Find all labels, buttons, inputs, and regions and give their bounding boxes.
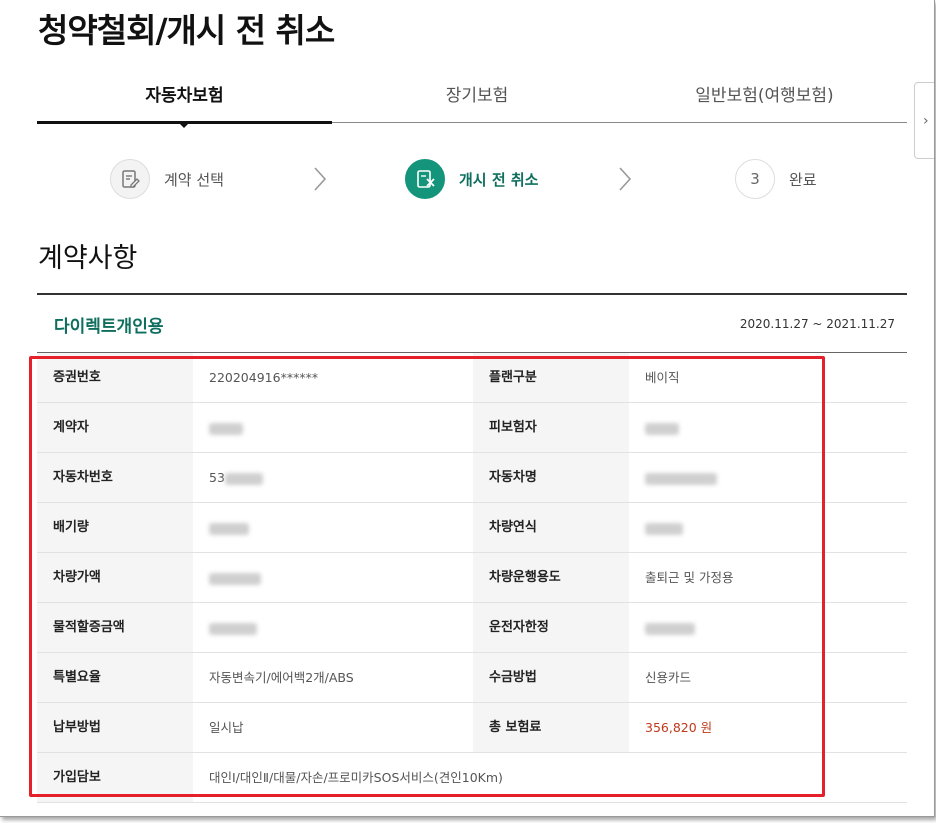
table-row: 증권번호 220204916****** 플랜구분 베이직 bbox=[37, 353, 907, 403]
special-rate-value: 자동변속기/에어백2개/ABS bbox=[209, 670, 354, 685]
row-label: 차량가액 bbox=[37, 553, 193, 602]
total-premium-value: 356,820 원 bbox=[645, 720, 713, 735]
contract-info-table: 증권번호 220204916****** 플랜구분 베이직 계약자 피보험자 자… bbox=[37, 353, 907, 803]
row-label: 계약자 bbox=[37, 403, 193, 452]
driver-limit-value-redacted bbox=[629, 603, 907, 652]
tab-general-insurance[interactable]: 일반보험(여행보험) bbox=[622, 70, 907, 122]
table-row: 특별요율 자동변속기/에어백2개/ABS 수금방법 신용카드 bbox=[37, 653, 907, 703]
row-label: 운전자한정 bbox=[473, 603, 629, 652]
row-label: 피보험자 bbox=[473, 403, 629, 452]
redacted-mark bbox=[209, 522, 249, 535]
document-edit-icon bbox=[110, 159, 150, 199]
insured-value-redacted bbox=[629, 403, 907, 452]
table-row: 물적할증금액 운전자한정 bbox=[37, 603, 907, 653]
step-label: 개시 전 취소 bbox=[459, 170, 539, 189]
active-tab-arrow-icon bbox=[177, 121, 191, 128]
section-title: 계약사항 bbox=[38, 243, 138, 274]
row-label: 가입담보 bbox=[37, 753, 193, 802]
table-row: 가입담보 대인Ⅰ/대인Ⅱ/대물/자손/프로미카SOS서비스(견인10Km) bbox=[37, 753, 907, 803]
row-label: 배기량 bbox=[37, 503, 193, 552]
step-select-contract: 계약 선택 bbox=[110, 158, 224, 200]
car-number-value: 53 bbox=[193, 453, 473, 502]
car-number-prefix: 53 bbox=[209, 470, 225, 485]
row-label: 자동차명 bbox=[473, 453, 629, 502]
redacted-mark bbox=[645, 522, 683, 535]
side-panel-toggle[interactable]: › bbox=[914, 82, 934, 159]
page-title: 청약철회/개시 전 취소 bbox=[38, 11, 335, 50]
contractor-value-redacted bbox=[193, 403, 473, 452]
product-name: 다이렉트개인용 bbox=[54, 317, 164, 337]
payment-type-value: 일시납 bbox=[209, 720, 244, 735]
step-complete: 3 완료 bbox=[735, 158, 817, 200]
row-label: 총 보험료 bbox=[473, 703, 629, 752]
table-row: 납부방법 일시납 총 보험료 356,820 원 bbox=[37, 703, 907, 753]
redacted-mark bbox=[645, 622, 695, 635]
table-row: 자동차번호 53 자동차명 bbox=[37, 453, 907, 503]
model-year-value-redacted bbox=[629, 503, 907, 552]
chevron-right-icon bbox=[314, 167, 327, 191]
car-name-value-redacted bbox=[629, 453, 907, 502]
row-label: 특별요율 bbox=[37, 653, 193, 702]
displacement-value-redacted bbox=[193, 503, 473, 552]
tab-long-term-insurance[interactable]: 장기보험 bbox=[332, 70, 622, 122]
row-label: 자동차번호 bbox=[37, 453, 193, 502]
row-label: 차량연식 bbox=[473, 503, 629, 552]
row-label: 차량운행용도 bbox=[473, 553, 629, 602]
car-value-redacted bbox=[193, 553, 473, 602]
table-row: 계약자 피보험자 bbox=[37, 403, 907, 453]
contract-period: 2020.11.27 ~ 2021.11.27 bbox=[739, 317, 895, 331]
property-surcharge-value-redacted bbox=[193, 603, 473, 652]
table-row: 배기량 차량연식 bbox=[37, 503, 907, 553]
plan-type-value: 베이직 bbox=[645, 370, 680, 385]
row-label: 증권번호 bbox=[37, 353, 193, 402]
redacted-mark bbox=[209, 422, 243, 435]
step-label: 계약 선택 bbox=[164, 170, 224, 189]
step-label: 완료 bbox=[789, 170, 817, 189]
row-label: 납부방법 bbox=[37, 703, 193, 752]
insurance-tabs: 자동차보험 장기보험 일반보험(여행보험) bbox=[37, 70, 907, 128]
redacted-mark bbox=[645, 422, 679, 435]
row-label: 플랜구분 bbox=[473, 353, 629, 402]
redacted-mark bbox=[645, 472, 717, 485]
policy-number-value: 220204916****** bbox=[209, 370, 319, 385]
redacted-mark bbox=[209, 622, 257, 635]
row-label: 수금방법 bbox=[473, 653, 629, 702]
redacted-mark bbox=[209, 572, 261, 585]
tab-auto-insurance[interactable]: 자동차보험 bbox=[37, 70, 332, 122]
redacted-mark bbox=[224, 472, 263, 485]
coverage-value: 대인Ⅰ/대인Ⅱ/대물/자손/프로미카SOS서비스(견인10Km) bbox=[209, 770, 503, 785]
row-label: 물적할증금액 bbox=[37, 603, 193, 652]
chevron-right-icon bbox=[619, 167, 632, 191]
section-divider bbox=[37, 293, 907, 295]
payment-method-value: 신용카드 bbox=[645, 670, 692, 685]
document-cancel-icon bbox=[405, 159, 445, 199]
step-number: 3 bbox=[735, 159, 775, 199]
usage-value: 출퇴근 및 가정용 bbox=[645, 570, 734, 585]
step-cancel-before-start: 개시 전 취소 bbox=[405, 158, 538, 200]
table-row: 차량가액 차량운행용도 출퇴근 및 가정용 bbox=[37, 553, 907, 603]
page-frame: 청약철회/개시 전 취소 자동차보험 장기보험 일반보험(여행보험) 계약 선택 bbox=[0, 0, 935, 817]
